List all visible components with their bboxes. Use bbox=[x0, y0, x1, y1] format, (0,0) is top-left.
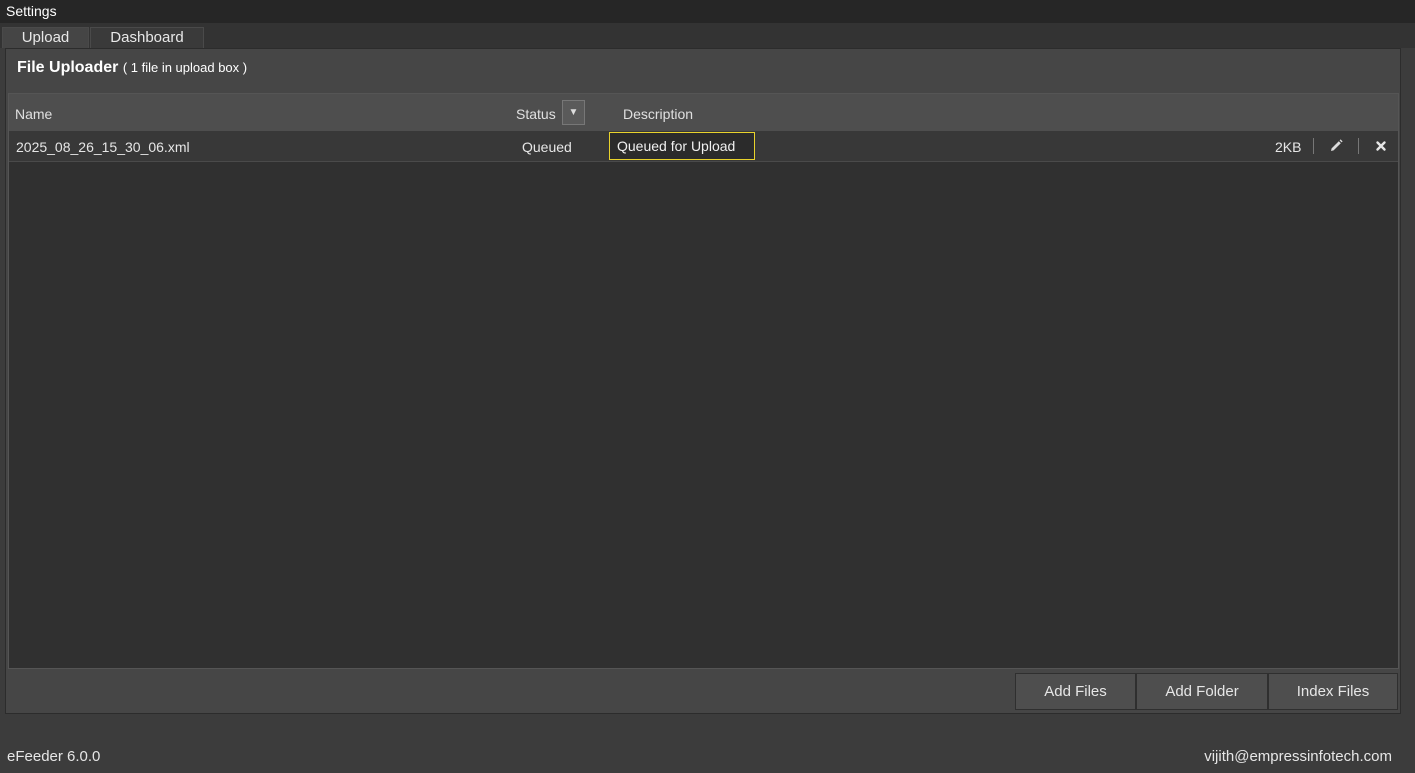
window-title: Settings bbox=[6, 3, 57, 19]
tab-dashboard[interactable]: Dashboard bbox=[90, 27, 204, 48]
add-files-button[interactable]: Add Files bbox=[1015, 673, 1136, 710]
add-folder-button[interactable]: Add Folder bbox=[1136, 673, 1268, 710]
description-input[interactable] bbox=[609, 132, 755, 160]
filter-dropdown-icon: ▼ bbox=[568, 107, 579, 118]
upload-file-grid: Name Status ▼ Description 2025_08_26_15_… bbox=[8, 93, 1399, 669]
app-version: eFeeder 6.0.0 bbox=[7, 748, 101, 765]
file-status: Queued bbox=[522, 139, 572, 155]
close-icon bbox=[1376, 141, 1386, 151]
remove-button[interactable] bbox=[1372, 137, 1390, 155]
column-header-description[interactable]: Description bbox=[623, 106, 693, 122]
file-uploader-panel: File Uploader ( 1 file in upload box ) N… bbox=[5, 48, 1401, 714]
edit-button[interactable] bbox=[1327, 137, 1345, 155]
index-files-button[interactable]: Index Files bbox=[1268, 673, 1398, 710]
window-title-bar: Settings bbox=[0, 0, 1415, 23]
tab-bar: Upload Dashboard bbox=[0, 23, 1415, 48]
tab-upload-label: Upload bbox=[21, 29, 70, 46]
divider bbox=[1358, 138, 1359, 154]
panel-header: File Uploader ( 1 file in upload box ) bbox=[17, 59, 247, 81]
grid-header: Name Status ▼ Description bbox=[9, 94, 1398, 131]
tab-upload[interactable]: Upload bbox=[2, 27, 89, 48]
status-filter-button[interactable]: ▼ bbox=[562, 100, 585, 125]
column-header-status[interactable]: Status bbox=[516, 106, 556, 122]
panel-title: File Uploader bbox=[17, 59, 119, 76]
file-size: 2KB bbox=[1275, 139, 1302, 155]
divider bbox=[1313, 138, 1314, 154]
pencil-icon bbox=[1331, 139, 1343, 151]
user-email: vijith@empressinfotech.com bbox=[1204, 748, 1392, 765]
action-bar: Add Files Add Folder Index Files bbox=[6, 669, 1400, 713]
tab-dashboard-label: Dashboard bbox=[110, 29, 184, 46]
table-row[interactable]: 2025_08_26_15_30_06.xml Queued 2KB bbox=[9, 131, 1398, 162]
column-header-name[interactable]: Name bbox=[15, 106, 52, 122]
file-name: 2025_08_26_15_30_06.xml bbox=[16, 139, 190, 155]
upload-count: ( 1 file in upload box ) bbox=[122, 60, 248, 75]
